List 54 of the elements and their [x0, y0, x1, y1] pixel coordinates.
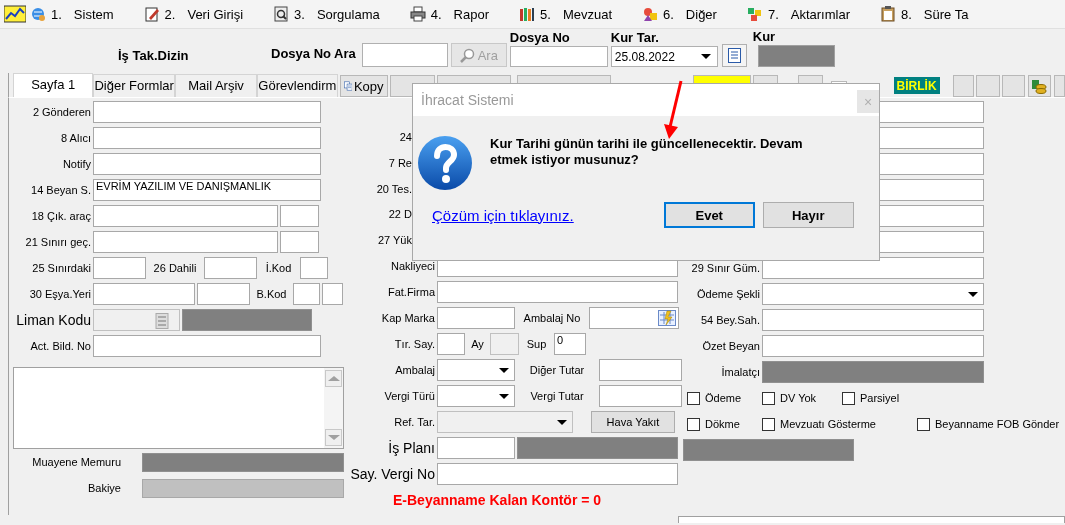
- field-label: Say. Vergi No: [349, 466, 435, 483]
- field-label: İmalatçı: [720, 365, 760, 379]
- field-label: Kur: [752, 29, 777, 44]
- field-label: Fat.Firma: [386, 285, 435, 299]
- field-label: Vergi Tutar: [529, 390, 585, 403]
- field-label: 30 Eşya.Yeri: [28, 287, 91, 301]
- field-label: Liman Kodu: [15, 312, 91, 328]
- field-label: Notify: [61, 157, 91, 171]
- field-label: Özet Beyan: [701, 339, 760, 353]
- field-label: Act. Bild. No: [29, 339, 91, 353]
- field-label: B.Kod: [255, 288, 288, 300]
- field-label: 25 Sınırdaki: [31, 261, 91, 275]
- credit-notice: E-Beyanname Kalan Kontör = 0: [393, 492, 602, 509]
- field-label: 54 Bey.Sah.: [699, 313, 760, 327]
- field-label: 21 Sınırı geç.: [24, 235, 91, 249]
- dialog-message: Kur Tarihi günün tarihi ile güncellenecektir. Devam etmek istiyor musunuz?: [490, 136, 804, 168]
- dialog-title: İhracat Sistemi: [421, 92, 514, 108]
- field-label: 22 D: [387, 208, 413, 222]
- form-title: İş Tak.Dizin: [118, 48, 190, 63]
- field-label: 8 Alıcı: [60, 131, 91, 145]
- field-label: Ödeme Şekli: [696, 287, 760, 301]
- field-label: Dosya No Ara: [271, 46, 356, 61]
- field-label: Ref. Tar.: [393, 415, 435, 429]
- field-label: Tır. Say.: [393, 337, 435, 351]
- field-label: Diğer Tutar: [528, 364, 586, 377]
- checkbox-label: Ödeme: [705, 392, 742, 404]
- field-label: Sup: [525, 338, 548, 351]
- checkbox-label: Mevzuatı Gösterme: [780, 418, 876, 430]
- checkbox-label: Parsiyel: [860, 392, 900, 404]
- badge: BİRLİK: [893, 76, 940, 94]
- field-label: Kap Marka: [380, 311, 435, 325]
- field-label: İ.Kod: [264, 262, 293, 274]
- field-label: Nakliyeci: [390, 259, 435, 273]
- field-label: Bakiye: [86, 482, 121, 495]
- field-label: 27 Yük: [376, 234, 413, 247]
- field-label: Dosya No: [509, 30, 571, 45]
- field-label: 18 Çık. araç: [30, 209, 91, 223]
- field-label: Kur Tar.: [610, 30, 660, 45]
- field-label: 7 Re: [387, 157, 413, 170]
- field-label: Ay: [470, 338, 485, 351]
- field-label: 29 Sınır Güm.: [690, 261, 760, 275]
- field-label: 26 Dahili: [152, 262, 198, 274]
- checkbox-label: DV Yok: [780, 392, 817, 404]
- field-label: 14 Beyan S.: [30, 183, 91, 197]
- field-label: Ambalaj No: [522, 312, 582, 325]
- field-label: 2 Gönderen: [31, 105, 91, 119]
- field-label: 24: [398, 131, 413, 145]
- field-label: Muayene Memuru: [31, 456, 121, 469]
- checkbox-label: Beyanname FOB Gönder: [935, 418, 1060, 430]
- checkbox-label: Dökme: [705, 418, 740, 430]
- field-label: Ambalaj: [394, 363, 435, 377]
- field-label: 20 Tes.: [375, 182, 413, 196]
- field-label: Vergi Türü: [383, 389, 435, 403]
- field-label: İş Planı: [387, 440, 435, 457]
